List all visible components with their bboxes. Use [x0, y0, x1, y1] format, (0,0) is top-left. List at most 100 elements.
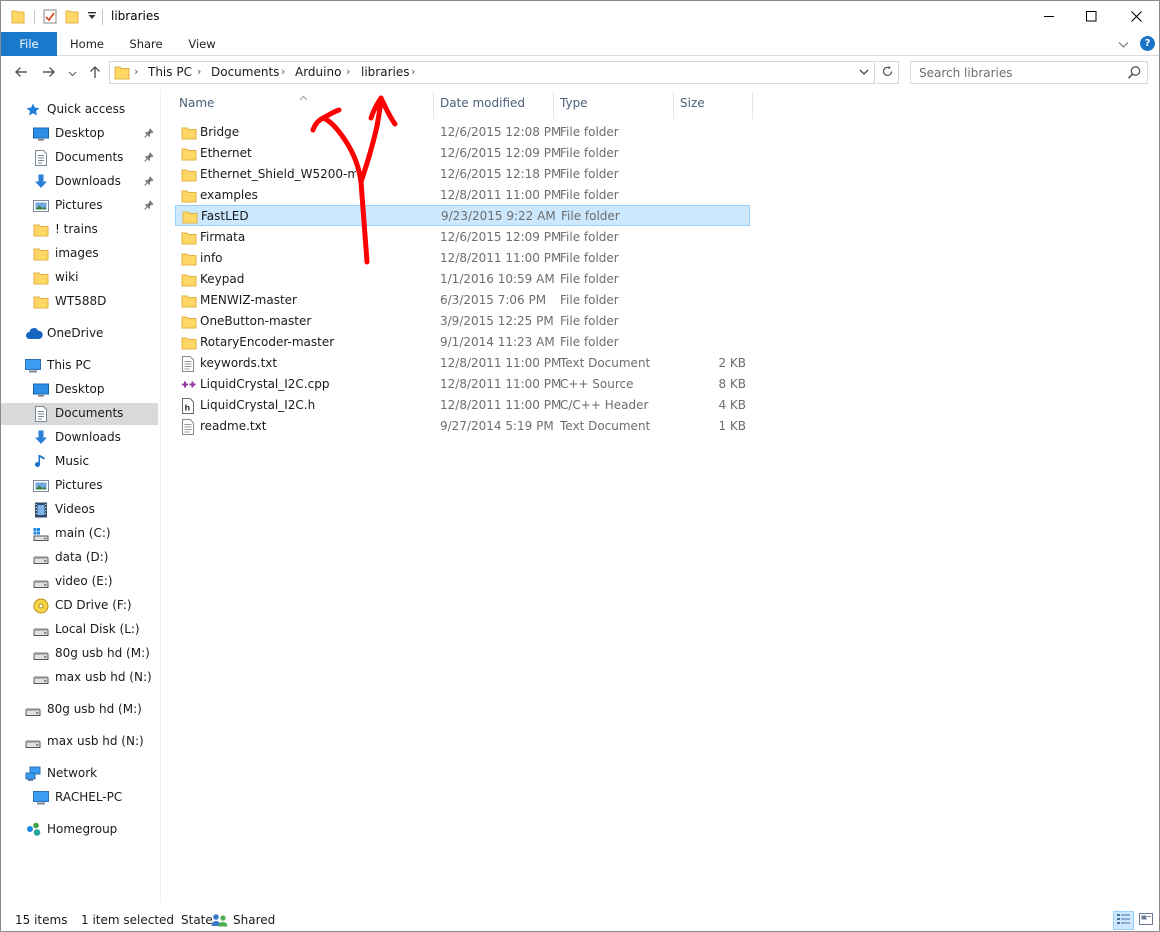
folder-row[interactable]: Ethernet 12/6/2015 12:09 PM File folder [175, 143, 750, 164]
nav-item[interactable]: Desktop [1, 379, 158, 401]
folder-row[interactable]: FastLED 9/23/2015 9:22 AM File folder [175, 205, 750, 226]
folder-row[interactable]: RotaryEncoder-master 9/1/2014 11:23 AM Fil… [175, 332, 750, 353]
file-row[interactable]: h LiquidCrystal_I2C.h 12/8/2011 11:00 PM C/… [175, 395, 750, 416]
breadcrumb-separator-icon[interactable]: › [281, 65, 285, 78]
search-input[interactable] [911, 62, 1121, 83]
nav-item-label: video (E:) [55, 574, 113, 588]
nav-item[interactable]: WT588D [1, 291, 158, 313]
expand-ribbon-chevron-icon[interactable] [1118, 38, 1129, 52]
column-header-type[interactable]: Type [560, 95, 588, 117]
breadcrumb-separator-icon[interactable]: › [197, 65, 201, 78]
new-folder-icon[interactable] [65, 9, 79, 27]
nav-item[interactable]: Pictures [1, 475, 158, 497]
breadcrumb-separator-icon[interactable]: › [346, 65, 350, 78]
nav-item[interactable]: ! trains [1, 219, 158, 241]
maximize-button[interactable] [1069, 1, 1114, 32]
nav-item-label: Desktop [55, 382, 105, 396]
nav-item[interactable]: 80g usb hd (M:) [1, 643, 158, 665]
search-icon[interactable] [1127, 65, 1142, 83]
large-icons-view-icon [1138, 913, 1153, 928]
downloads-icon [33, 430, 49, 446]
nav-item[interactable]: Documents [1, 147, 158, 169]
file-date-modified: 12/6/2015 12:09 PM [440, 146, 562, 160]
nav-item[interactable]: OneDrive [1, 323, 158, 345]
large-icons-view-button[interactable] [1135, 911, 1156, 930]
breadcrumb-libraries[interactable]: libraries [361, 65, 409, 79]
nav-item[interactable]: max usb hd (N:) [1, 731, 158, 753]
nav-item-label: wiki [55, 270, 79, 284]
nav-item[interactable]: Documents [1, 403, 158, 425]
nav-item[interactable]: CD Drive (F:) [1, 595, 158, 617]
breadcrumb-documents[interactable]: Documents [211, 65, 279, 79]
nav-item[interactable]: main (C:) [1, 523, 158, 545]
refresh-icon [881, 65, 894, 81]
details-view-button[interactable] [1113, 911, 1134, 930]
tab-share[interactable]: Share [119, 32, 173, 56]
nav-item[interactable]: Downloads [1, 171, 158, 193]
file-type: File folder [560, 146, 619, 160]
column-divider[interactable] [673, 92, 674, 119]
breadcrumb-arduino[interactable]: Arduino [295, 65, 341, 79]
forward-arrow-icon[interactable] [41, 64, 57, 83]
file-date-modified: 12/6/2015 12:18 PM [440, 167, 562, 181]
tab-view[interactable]: View [181, 32, 223, 56]
nav-item[interactable]: Network [1, 763, 158, 785]
breadcrumb-this-pc[interactable]: This PC [148, 65, 192, 79]
recent-locations-chevron-icon[interactable] [68, 67, 77, 81]
up-arrow-icon[interactable] [87, 64, 103, 83]
nav-item[interactable]: Desktop [1, 123, 158, 145]
back-arrow-icon[interactable] [13, 64, 29, 83]
file-row[interactable]: LiquidCrystal_I2C.cpp 12/8/2011 11:00 PM C… [175, 374, 750, 395]
file-type: File folder [560, 251, 619, 265]
nav-item[interactable]: 80g usb hd (M:) [1, 699, 158, 721]
file-row[interactable]: keywords.txt 12/8/2011 11:00 PM Text Docum… [175, 353, 750, 374]
nav-item[interactable]: RACHEL-PC [1, 787, 158, 809]
column-header-date-modified[interactable]: Date modified [440, 95, 525, 117]
address-history-chevron-icon[interactable] [858, 65, 870, 82]
nav-item[interactable]: Downloads [1, 427, 158, 449]
file-type: File folder [560, 167, 619, 181]
column-divider[interactable] [752, 92, 753, 119]
folder-row[interactable]: examples 12/8/2011 11:00 PM File folder [175, 185, 750, 206]
nav-item[interactable]: images [1, 243, 158, 265]
search-box[interactable] [910, 61, 1148, 84]
folder-row[interactable]: info 12/8/2011 11:00 PM File folder [175, 248, 750, 269]
quick-access-toolbar-dropdown-icon[interactable] [87, 9, 97, 24]
minimize-button[interactable] [1027, 1, 1072, 32]
nav-item[interactable]: Homegroup [1, 819, 158, 841]
nav-item[interactable]: Pictures [1, 195, 158, 217]
folder-row[interactable]: Keypad 1/1/2016 10:59 AM File folder [175, 269, 750, 290]
folder-row[interactable]: MENWIZ-master 6/3/2015 7:06 PM File folder [175, 290, 750, 311]
column-divider[interactable] [553, 92, 554, 119]
column-header-name[interactable]: Name [179, 95, 214, 117]
help-icon[interactable]: ? [1140, 36, 1155, 51]
folder-row[interactable]: Bridge 12/6/2015 12:08 PM File folder [175, 122, 750, 143]
nav-item[interactable]: Local Disk (L:) [1, 619, 158, 641]
nav-item[interactable]: This PC [1, 355, 158, 377]
folder-row[interactable]: Firmata 12/6/2015 12:09 PM File folder [175, 227, 750, 248]
properties-icon[interactable] [43, 9, 57, 27]
folder-row[interactable]: Ethernet_Shield_W5200-master12/6/2015 12… [175, 164, 750, 185]
close-button[interactable] [1114, 1, 1159, 32]
nav-item[interactable]: Videos [1, 499, 158, 521]
refresh-button[interactable] [876, 61, 899, 84]
nav-item[interactable]: data (D:) [1, 547, 158, 569]
column-header-size[interactable]: Size [680, 95, 705, 117]
nav-item[interactable]: Music [1, 451, 158, 473]
nav-item[interactable]: Quick access [1, 99, 158, 121]
file-row[interactable]: readme.txt 9/27/2014 5:19 PM Text Document… [175, 416, 750, 437]
folder-row[interactable]: OneButton-master 3/9/2015 12:25 PM File fo… [175, 311, 750, 332]
column-divider[interactable] [433, 92, 434, 119]
nav-item[interactable]: wiki [1, 267, 158, 289]
videos-icon [33, 502, 49, 518]
nav-item[interactable]: video (E:) [1, 571, 158, 593]
breadcrumb-separator-icon[interactable]: › [134, 65, 138, 78]
address-bar[interactable]: › This PC › Documents › Arduino › librar… [109, 61, 875, 84]
file-name: OneButton-master [200, 314, 312, 328]
pictures-icon [33, 478, 49, 494]
tab-file[interactable]: File [1, 32, 57, 56]
nav-item-label: Homegroup [47, 822, 118, 836]
breadcrumb-separator-icon[interactable]: › [411, 65, 415, 78]
tab-home[interactable]: Home [63, 32, 111, 56]
nav-item[interactable]: max usb hd (N:) [1, 667, 158, 689]
